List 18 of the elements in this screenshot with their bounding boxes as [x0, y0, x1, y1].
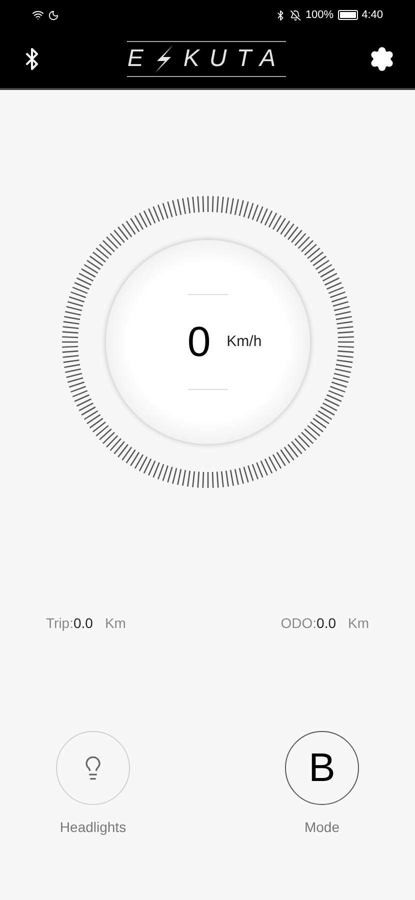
stat-label: Trip:	[46, 614, 74, 633]
stat-unit: Km	[348, 614, 369, 633]
mode-button[interactable]: B	[285, 731, 359, 805]
control-label: Mode	[304, 818, 340, 837]
bell-off-icon	[290, 10, 302, 20]
stat-label: ODO:	[280, 614, 317, 633]
speed-value: 0	[187, 321, 211, 363]
battery-percent: 100%	[305, 8, 334, 23]
clock: 4:40	[362, 8, 383, 23]
stat-value: 0.0	[73, 614, 93, 633]
stat-value: 0.0	[316, 614, 336, 633]
speed-unit: Km/h	[226, 332, 262, 352]
bluetooth-icon	[275, 10, 286, 20]
control-label: Headlights	[60, 818, 126, 837]
battery-icon	[338, 10, 358, 20]
stat-unit: Km	[104, 614, 126, 633]
brand-logo: E KUTA	[127, 41, 286, 77]
moon-icon	[48, 10, 59, 20]
